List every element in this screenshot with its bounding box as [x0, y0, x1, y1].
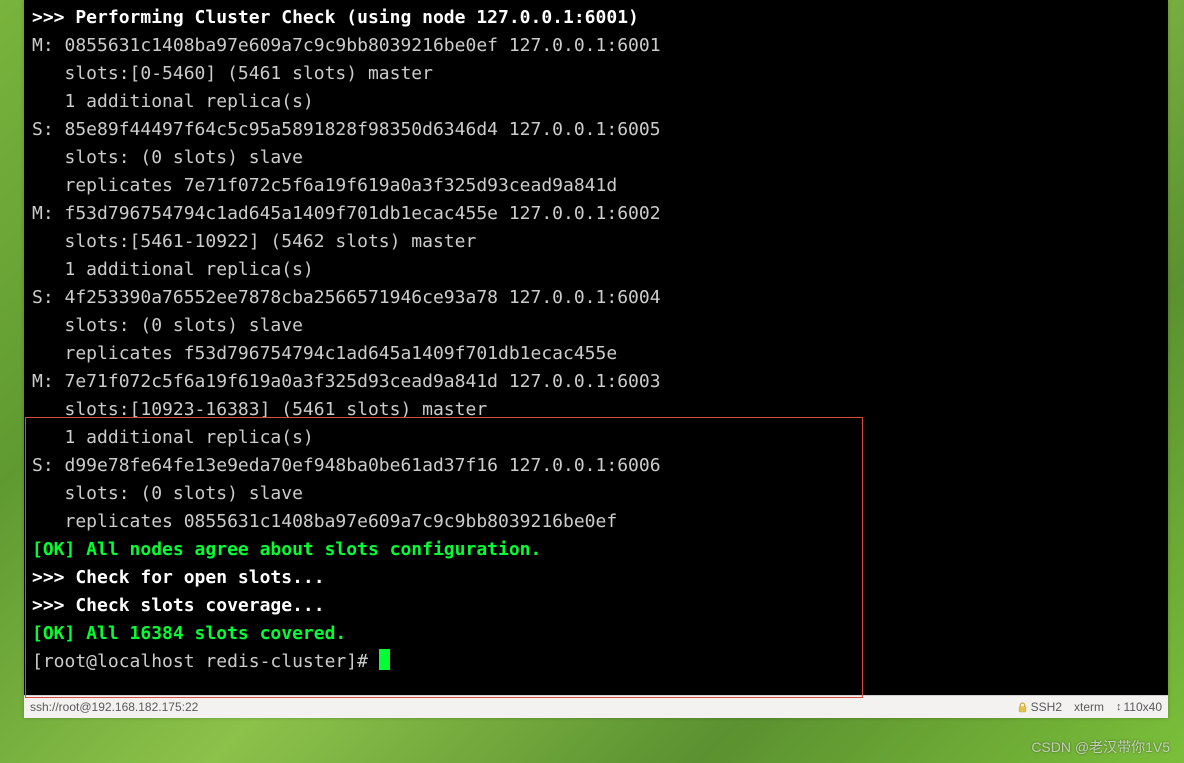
terminal-line: slots:[0-5460] (5461 slots) master	[32, 63, 433, 84]
terminal-line: >>> Check for open slots...	[32, 567, 325, 588]
terminal-line-ok: [OK] All 16384 slots covered.	[32, 623, 346, 644]
terminal-prompt: [root@localhost redis-cluster]#	[32, 651, 379, 672]
terminal-output[interactable]: >>> Performing Cluster Check (using node…	[24, 0, 1168, 695]
terminal-line: 1 additional replica(s)	[32, 91, 314, 112]
terminal-line: slots: (0 slots) slave	[32, 147, 303, 168]
terminal-line: 1 additional replica(s)	[32, 427, 314, 448]
terminal-cursor	[379, 649, 390, 670]
lock-icon	[1018, 702, 1027, 713]
terminal-line: S: 85e89f44497f64c5c95a5891828f98350d634…	[32, 119, 661, 140]
terminal-line: slots: (0 slots) slave	[32, 483, 303, 504]
terminal-line: 1 additional replica(s)	[32, 259, 314, 280]
status-bar: ssh://root@192.168.182.175:22 SSH2 xterm…	[24, 695, 1168, 718]
terminal-line: replicates f53d796754794c1ad645a1409f701…	[32, 343, 617, 364]
terminal-line: M: f53d796754794c1ad645a1409f701db1ecac4…	[32, 203, 661, 224]
terminal-line: slots: (0 slots) slave	[32, 315, 303, 336]
status-connection: ssh://root@192.168.182.175:22	[30, 700, 1018, 714]
status-ssh-label: SSH2	[1031, 700, 1062, 714]
terminal-line: slots:[10923-16383] (5461 slots) master	[32, 399, 487, 420]
terminal-line: S: 4f253390a76552ee7878cba2566571946ce93…	[32, 287, 661, 308]
status-ssh: SSH2	[1018, 700, 1062, 714]
terminal-line: replicates 7e71f072c5f6a19f619a0a3f325d9…	[32, 175, 617, 196]
terminal-line: S: d99e78fe64fe13e9eda70ef948ba0be61ad37…	[32, 455, 661, 476]
terminal-line: >>> Performing Cluster Check (using node…	[32, 7, 639, 28]
terminal-line: M: 7e71f072c5f6a19f619a0a3f325d93cead9a8…	[32, 371, 661, 392]
terminal-line: slots:[5461-10922] (5462 slots) master	[32, 231, 476, 252]
terminal-line: >>> Check slots coverage...	[32, 595, 325, 616]
terminal-line: replicates 0855631c1408ba97e609a7c9c9bb8…	[32, 511, 617, 532]
status-term: xterm	[1074, 700, 1104, 714]
status-size-label: 110x40	[1124, 700, 1162, 714]
status-size: ↕ 110x40	[1116, 700, 1162, 714]
terminal-line-ok: [OK] All nodes agree about slots configu…	[32, 539, 541, 560]
terminal-line: M: 0855631c1408ba97e609a7c9c9bb8039216be…	[32, 35, 661, 56]
resize-icon: ↕	[1116, 701, 1120, 713]
terminal-window: >>> Performing Cluster Check (using node…	[24, 0, 1168, 718]
